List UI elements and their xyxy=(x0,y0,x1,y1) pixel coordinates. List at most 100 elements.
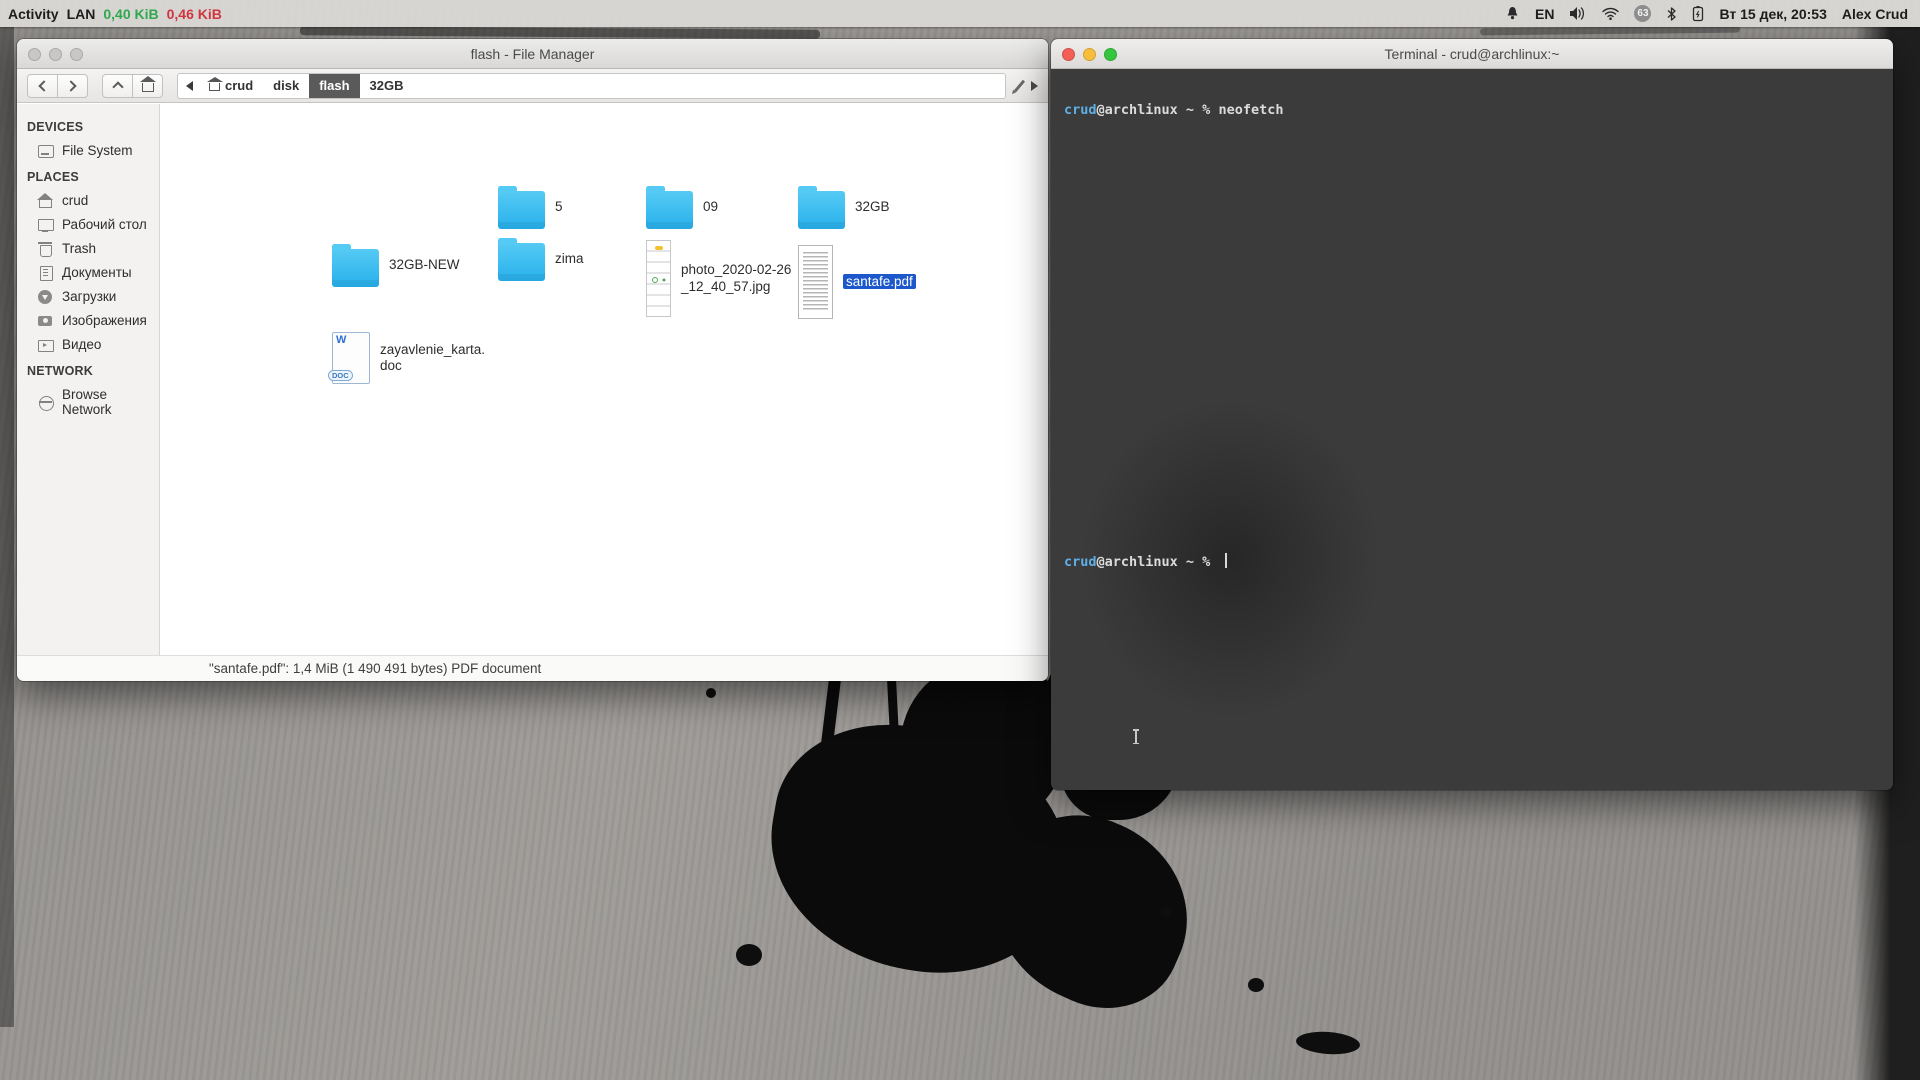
breadcrumb-item[interactable]: crud xyxy=(199,74,263,98)
notifications-bell-icon[interactable] xyxy=(1505,6,1520,22)
home-icon xyxy=(37,193,54,208)
file-name: photo_2020-02-26_12_40_57.jpg xyxy=(681,262,793,295)
breadcrumb-item[interactable]: disk xyxy=(263,74,309,98)
sidebar-item-label: Загрузки xyxy=(62,289,116,304)
up-button[interactable] xyxy=(102,74,133,98)
breadcrumb-item[interactable]: 32GB xyxy=(360,74,414,98)
net-upload-rate: 0,46 KiB xyxy=(167,6,222,22)
file-32GB[interactable]: 32GB xyxy=(798,185,967,229)
sidebar-header-label: DEVICES xyxy=(27,120,83,134)
home-button[interactable] xyxy=(132,74,163,98)
file-icon xyxy=(498,191,545,229)
minimize-button[interactable] xyxy=(49,48,62,61)
statusbar-text: "santafe.pdf": 1,4 MiB (1 490 491 bytes)… xyxy=(209,661,541,676)
file-name: zayavlenie_karta.doc xyxy=(380,342,492,375)
maximize-button[interactable] xyxy=(70,48,83,61)
statusbar: "santafe.pdf": 1,4 MiB (1 490 491 bytes)… xyxy=(17,655,1048,681)
activity-menu[interactable]: Activity xyxy=(8,6,59,22)
sidebar-section-header: PLACES xyxy=(17,162,159,188)
file-icon xyxy=(332,249,379,287)
file-manager-window: flash - File Manager crud disk flash xyxy=(17,39,1048,681)
battery-icon[interactable] xyxy=(1692,5,1704,22)
sidebar-item[interactable]: Видео xyxy=(17,332,159,356)
file-icon xyxy=(646,240,671,317)
keyboard-layout-indicator[interactable]: EN xyxy=(1535,6,1554,22)
sidebar-item[interactable]: Загрузки xyxy=(17,284,159,308)
file-photo_2020-02-26_12_40_57.jpg[interactable]: photo_2020-02-26_12_40_57.jpg xyxy=(646,240,793,317)
sidebar-item-label: Trash xyxy=(62,241,96,256)
desktop-icon xyxy=(37,217,54,232)
ink-streak xyxy=(1480,26,1740,36)
file-zima[interactable]: zima xyxy=(498,237,667,281)
breadcrumb-scroll-left[interactable] xyxy=(186,81,193,91)
forward-button[interactable] xyxy=(57,74,88,98)
neofetch-info xyxy=(1442,119,1491,209)
wallpaper-edge-shade xyxy=(0,27,14,1027)
close-button[interactable] xyxy=(1062,48,1075,61)
file-name: santafe.pdf xyxy=(843,274,955,290)
breadcrumb-label: crud xyxy=(225,78,253,93)
file-icon xyxy=(498,243,545,281)
breadcrumb-item[interactable]: flash xyxy=(309,74,359,98)
net-download-rate: 0,40 KiB xyxy=(103,6,158,22)
sidebar-item-label: Рабочий стол xyxy=(62,217,147,232)
text-cursor-pointer xyxy=(1135,729,1137,744)
sidebar-header-label: NETWORK xyxy=(27,364,93,378)
bluetooth-icon[interactable] xyxy=(1666,6,1677,22)
file-09[interactable]: 09 xyxy=(646,185,815,229)
file-manager-toolbar: crud disk flash 32GB xyxy=(17,69,1048,103)
wifi-icon[interactable] xyxy=(1602,7,1619,20)
breadcrumb-label: flash xyxy=(319,78,349,93)
file-icon xyxy=(798,245,833,319)
sidebar-item[interactable]: Документы xyxy=(17,260,159,284)
terminal-command-line: crud@archlinux ~ % neofetch xyxy=(1064,102,1283,118)
ink-dot xyxy=(1295,1030,1360,1056)
sidebar-item[interactable]: Trash xyxy=(17,236,159,260)
breadcrumb-scroll-right[interactable] xyxy=(1031,81,1038,91)
volume-icon[interactable] xyxy=(1569,6,1587,21)
network-icon xyxy=(37,394,54,409)
sidebar-item[interactable]: crud xyxy=(17,188,159,212)
top-menubar: Activity LAN 0,40 KiB 0,46 KiB EN 63 Вт … xyxy=(0,0,1920,27)
edit-path-icon[interactable] xyxy=(1014,79,1025,92)
ink-dot xyxy=(706,688,716,698)
file-icon xyxy=(646,191,693,229)
back-button[interactable] xyxy=(27,74,58,98)
lan-monitor-label[interactable]: LAN xyxy=(67,6,96,22)
image-icon xyxy=(37,313,54,328)
file-zayavlenie_karta.doc[interactable]: zayavlenie_karta.doc xyxy=(332,332,492,384)
sidebar-item[interactable]: Browse Network xyxy=(17,382,159,421)
chevron-left-icon xyxy=(38,80,49,91)
sidebar-item[interactable]: Изображения xyxy=(17,308,159,332)
sidebar-item[interactable]: Рабочий стол xyxy=(17,212,159,236)
file-manager-titlebar[interactable]: flash - File Manager xyxy=(17,39,1048,69)
sidebar-item-label: Видео xyxy=(62,337,101,352)
ink-dot xyxy=(1160,906,1172,918)
document-icon xyxy=(37,265,54,280)
terminal-prompt: crud@archlinux ~ % xyxy=(1064,553,1227,570)
window-title: flash - File Manager xyxy=(17,46,1048,62)
ink-dot xyxy=(736,944,762,966)
file-icon xyxy=(798,191,845,229)
chevron-right-icon xyxy=(65,80,76,91)
sidebar-item[interactable]: File System xyxy=(17,138,159,162)
file-santafe.pdf[interactable]: santafe.pdf xyxy=(798,245,955,319)
video-icon xyxy=(37,337,54,352)
sidebar-item-label: Browse Network xyxy=(62,387,159,417)
file-list: 5 09 32GB 32GB-NEW zima photo_2020-02-26… xyxy=(160,104,1048,655)
clock[interactable]: Вт 15 дек, 20:53 xyxy=(1719,6,1826,22)
file-32GB-NEW[interactable]: 32GB-NEW xyxy=(332,243,501,287)
trash-icon xyxy=(37,241,54,256)
user-menu[interactable]: Alex Crud xyxy=(1842,6,1908,22)
minimize-button[interactable] xyxy=(1083,48,1096,61)
sidebar-header-label: PLACES xyxy=(27,170,79,184)
telegram-tray-badge[interactable]: 63 xyxy=(1634,5,1651,22)
file-5[interactable]: 5 xyxy=(498,185,667,229)
maximize-button[interactable] xyxy=(1104,48,1117,61)
terminal-titlebar[interactable]: Terminal - crud@archlinux:~ xyxy=(1051,39,1893,69)
sidebar-section-header: DEVICES xyxy=(17,112,159,138)
sidebar-section-header: NETWORK xyxy=(17,356,159,382)
sidebar-item-label: Документы xyxy=(62,265,132,280)
close-button[interactable] xyxy=(28,48,41,61)
terminal-output: crud@archlinux ~ % neofetch crud@archlin… xyxy=(1051,69,1893,790)
